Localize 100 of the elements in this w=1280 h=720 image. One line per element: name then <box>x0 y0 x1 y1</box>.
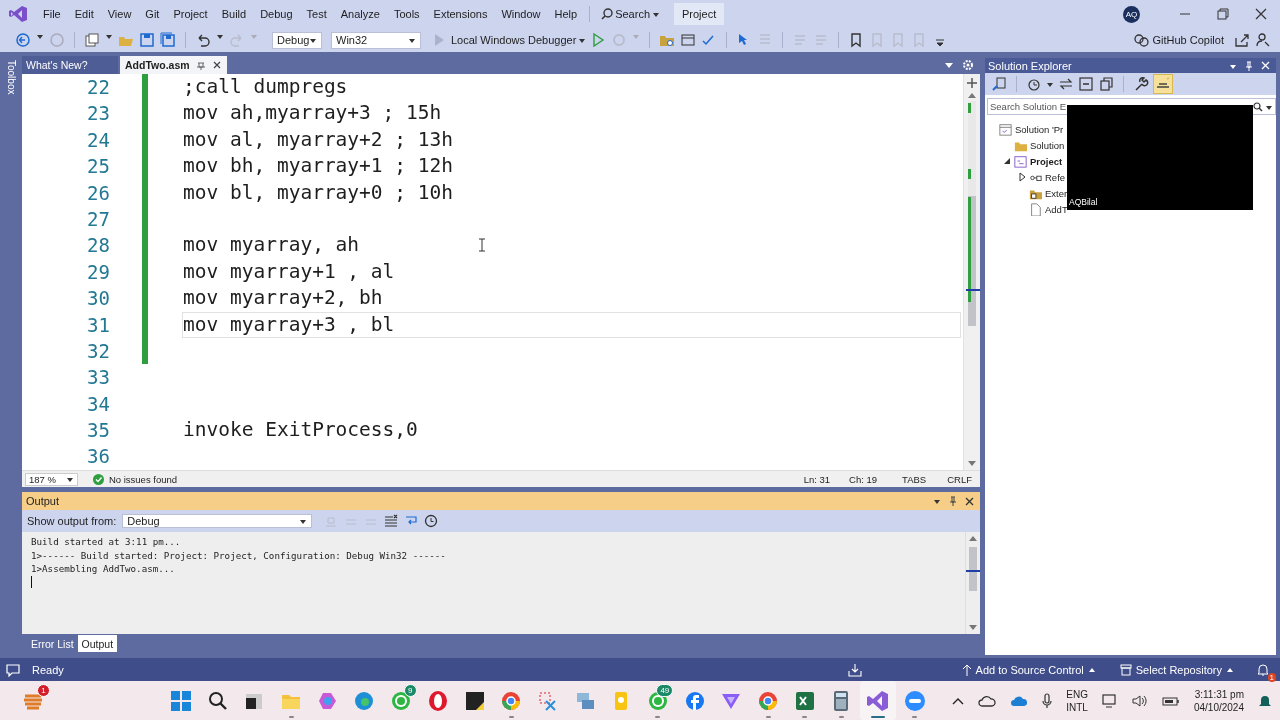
line-ending-indicator[interactable]: CRLF <box>947 473 972 485</box>
menu-item[interactable]: Edit <box>67 8 101 20</box>
pin-icon[interactable] <box>195 60 206 70</box>
tree-item[interactable]: Solution <box>1030 139 1065 151</box>
scroll-down-icon[interactable] <box>969 625 977 631</box>
start-icon[interactable] <box>170 689 193 712</box>
browser-icon[interactable] <box>426 689 449 712</box>
browser-icon[interactable] <box>500 689 523 712</box>
save-icon[interactable] <box>139 32 155 48</box>
menu-item[interactable]: Extensions <box>426 8 495 20</box>
back-icon[interactable] <box>15 32 31 48</box>
menu-item[interactable]: Analyze <box>333 8 387 20</box>
tree-item[interactable]: AddT <box>1045 203 1068 215</box>
document-tab[interactable]: AddTwo.asm <box>120 56 227 74</box>
source-control-button[interactable]: Add to Source Control <box>961 663 1096 676</box>
tree-item[interactable]: Solution 'Pr <box>1015 123 1064 135</box>
restore-icon[interactable] <box>1217 8 1229 20</box>
copilot-button[interactable]: GitHub Copilot <box>1133 32 1224 48</box>
tree-item[interactable]: Exter <box>1045 187 1068 199</box>
save-all-icon[interactable] <box>160 32 176 48</box>
scrollbar-map-drawing[interactable] <box>966 544 980 594</box>
menu-item[interactable]: Build <box>214 8 254 20</box>
scrollbar-map-drawing[interactable] <box>964 101 980 326</box>
wrench-icon[interactable] <box>1133 76 1149 92</box>
search-icon[interactable] <box>206 689 229 712</box>
language-indicator[interactable]: ENG INTL <box>1066 687 1088 714</box>
close-icon[interactable] <box>1255 8 1267 20</box>
facebook-icon[interactable] <box>683 689 706 712</box>
expanded-arrow-icon[interactable] <box>1002 156 1012 166</box>
collapsed-arrow-icon[interactable] <box>1017 172 1027 182</box>
sync-icon[interactable] <box>1058 76 1074 92</box>
menu-item[interactable]: Tools <box>386 8 427 20</box>
debugger-button[interactable]: Local Windows Debugger <box>451 34 587 46</box>
feedback-icon[interactable] <box>1255 32 1271 48</box>
user-avatar[interactable]: AQ <box>1123 5 1140 23</box>
copy-icon[interactable] <box>1098 76 1114 92</box>
scroll-down-icon[interactable] <box>968 461 976 467</box>
indent-indicator[interactable]: TABS <box>902 473 927 485</box>
volume-icon[interactable] <box>1131 693 1148 708</box>
browser-icon[interactable] <box>353 689 376 712</box>
search-icon[interactable] <box>1253 101 1263 112</box>
issues-status[interactable]: No issues found <box>108 473 178 485</box>
settings-icon[interactable] <box>962 59 974 71</box>
scroll-up-icon[interactable] <box>969 535 977 541</box>
snipping-tool-icon[interactable] <box>536 689 559 712</box>
microphone-icon[interactable] <box>1042 692 1053 709</box>
tree-item[interactable]: Refe <box>1045 171 1066 183</box>
scroll-up-icon[interactable] <box>968 92 976 98</box>
line-indicator[interactable]: Ln: 31 <box>803 473 831 485</box>
clear-all-icon[interactable] <box>384 514 399 528</box>
preview-button[interactable] <box>1153 74 1173 94</box>
collapse-all-icon[interactable] <box>1078 76 1094 92</box>
menu-caret-icon[interactable] <box>933 497 941 505</box>
pin-icon[interactable] <box>949 496 957 506</box>
repository-button[interactable]: Select Repository <box>1119 663 1234 676</box>
menu-item[interactable]: File <box>36 8 68 20</box>
clock-icon[interactable] <box>424 514 439 528</box>
network-icon[interactable] <box>1101 693 1118 708</box>
visual-studio-icon[interactable] <box>867 689 890 712</box>
zoom-dropdown[interactable]: 187 % <box>25 472 78 486</box>
spreadsheet-icon[interactable] <box>793 689 816 712</box>
tree-item[interactable]: Project <box>1030 155 1063 167</box>
panel-tab[interactable]: Error List <box>27 635 78 652</box>
notifications-icon[interactable] <box>1256 662 1270 677</box>
message-icon[interactable] <box>6 662 20 677</box>
new-project-icon[interactable] <box>84 32 100 48</box>
menu-item[interactable]: Project <box>166 8 215 20</box>
switch-views-icon[interactable] <box>991 76 1007 92</box>
history-icon[interactable] <box>1026 76 1042 92</box>
cloud-icon[interactable] <box>978 693 997 708</box>
column-indicator[interactable]: Ch: 19 <box>849 473 878 485</box>
menu-item[interactable]: View <box>100 8 139 20</box>
chat-app-icon[interactable] <box>390 689 413 712</box>
clock[interactable]: 3:11:31 pm 04/10/2024 <box>1193 687 1244 714</box>
browser-icon[interactable] <box>757 689 780 712</box>
search-button[interactable]: Search <box>595 8 666 20</box>
configuration-dropdown[interactable]: Debug <box>272 31 322 49</box>
menu-item[interactable]: Test <box>299 8 334 20</box>
caret-icon[interactable] <box>1046 80 1054 88</box>
notes-icon[interactable] <box>463 689 486 712</box>
menu-item[interactable]: Window <box>494 8 548 20</box>
split-icon[interactable] <box>966 77 978 89</box>
panel-tab[interactable]: Output <box>77 635 118 652</box>
close-icon[interactable] <box>965 496 974 506</box>
document-tab[interactable]: What's New? <box>22 56 118 74</box>
battery-icon[interactable] <box>1161 694 1180 707</box>
tab-list-icon[interactable] <box>944 60 954 70</box>
close-icon[interactable] <box>211 60 222 70</box>
visual-studio-logo[interactable] <box>8 5 28 23</box>
toolbox-tab[interactable]: Toolbox <box>5 56 17 96</box>
menu-item[interactable]: Debug <box>253 8 300 20</box>
menu-item[interactable]: Git <box>138 8 167 20</box>
output-source-dropdown[interactable]: Debug <box>122 514 313 528</box>
menu-item[interactable]: Help <box>547 8 585 20</box>
publish-icon[interactable] <box>847 662 862 677</box>
share-icon[interactable] <box>1234 32 1250 48</box>
window-icon[interactable] <box>680 32 697 48</box>
platform-dropdown[interactable]: Win32 <box>331 31 421 49</box>
line-number: 32 <box>86 338 110 364</box>
chevron-up-icon[interactable] <box>952 696 965 705</box>
